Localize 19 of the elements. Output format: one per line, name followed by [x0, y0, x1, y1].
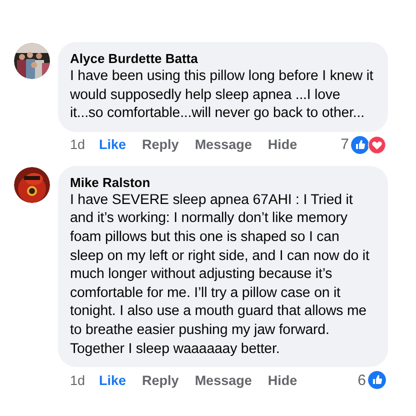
comment-action-link[interactable]: Reply	[142, 372, 179, 389]
comment-action-link[interactable]: Message	[194, 372, 252, 389]
heart-icon	[368, 136, 386, 154]
comment-text: I have SEVERE sleep apnea 67AHI : I Tried it and it’s working: I normally don’t like memory foam pillows but this one is shaped so I can sleep on my left or right side, and I can now do it much longer without adjusting because it’s comfortable for me. I’ll try a pillow case on it tonight. I also use a mouth guard that allows me to breathe easier pushing my jaw forward. Together I sleep waaaaaay better.	[70, 190, 370, 358]
thumbs-up-icon	[368, 371, 386, 390]
comment-action-link[interactable]: Like	[99, 372, 126, 389]
comment-text: I have been using this pillow long before I knew it would supposedly help sleep apnea ...I love it...so comfortable...will never go back to other...	[70, 67, 374, 123]
comment-action-link[interactable]: Like	[99, 136, 126, 154]
author-name[interactable]: Alyce Burdette Batta	[70, 50, 376, 67]
author-name[interactable]: Mike Ralston	[70, 174, 376, 191]
reaction-count: 6	[358, 372, 366, 389]
timestamp: 1d	[70, 372, 86, 389]
comment-action-link[interactable]: Hide	[268, 136, 298, 154]
timestamp: 1d	[70, 136, 86, 154]
comment-action-link[interactable]: Reply	[142, 136, 179, 154]
thumbs-up-icon	[351, 136, 369, 154]
comment-action-link[interactable]: Message	[194, 136, 252, 154]
comment-action-link[interactable]: Hide	[268, 372, 298, 389]
reaction-count: 7	[340, 136, 349, 154]
